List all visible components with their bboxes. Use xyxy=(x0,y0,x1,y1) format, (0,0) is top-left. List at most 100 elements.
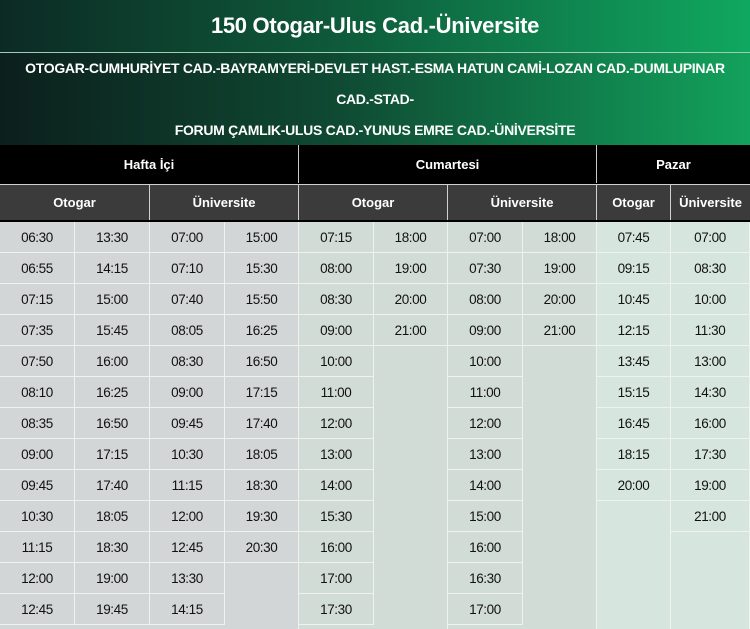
time-cell: 07:35 xyxy=(0,315,75,346)
time-cell: 10:00 xyxy=(671,284,750,315)
time-cell: 16:00 xyxy=(671,408,750,439)
empty-area xyxy=(374,346,448,629)
time-cell: 20:00 xyxy=(523,284,597,315)
column-sunday-otogar: 07:45 09:15 10:45 12:15 13:45 15:15 16:45 18:15… xyxy=(597,222,671,629)
timetable: Hafta İçi Cumartesi Pazar Otogar Ünivers… xyxy=(0,145,750,629)
time-cell: 16:25 xyxy=(225,315,299,346)
time-cell: 09:45 xyxy=(150,408,225,439)
time-cell: 10:00 xyxy=(448,346,523,377)
page-title: 150 Otogar-Ulus Cad.-Üniversite xyxy=(0,0,750,53)
time-cell: 07:30 xyxy=(448,253,523,284)
time-cell: 11:15 xyxy=(150,470,225,501)
time-cell: 09:15 xyxy=(597,253,671,284)
column-saturday-otogar-1: 07:15 08:00 08:30 09:00 10:00 11:00 12:00 13:00… xyxy=(299,222,374,629)
time-cell: 17:30 xyxy=(299,594,374,625)
time-cell: 21:00 xyxy=(374,315,448,346)
time-cell: 13:45 xyxy=(597,346,671,377)
time-cell: 21:00 xyxy=(671,501,750,532)
column-saturday-otogar-2: 18:00 19:00 20:00 21:00 xyxy=(374,222,448,629)
time-cell: 09:00 xyxy=(299,315,374,346)
time-cell: 16:00 xyxy=(75,346,150,377)
time-cell: 17:15 xyxy=(75,439,150,470)
time-cell: 12:15 xyxy=(597,315,671,346)
time-cell: 16:50 xyxy=(75,408,150,439)
time-cell: 16:00 xyxy=(299,532,374,563)
time-cell: 19:30 xyxy=(225,501,299,532)
header-saturday-universite: Üniversite xyxy=(448,184,597,220)
time-cell: 08:05 xyxy=(150,315,225,346)
time-cell: 07:15 xyxy=(0,284,75,315)
time-cell: 10:45 xyxy=(597,284,671,315)
time-cell: 07:00 xyxy=(448,222,523,253)
time-cell: 09:45 xyxy=(0,470,75,501)
empty-area xyxy=(225,563,299,629)
time-cell: 10:30 xyxy=(150,439,225,470)
time-cell: 15:50 xyxy=(225,284,299,315)
header-sunday-otogar: Otogar xyxy=(597,184,671,220)
time-cell: 18:30 xyxy=(75,532,150,563)
time-cell: 12:00 xyxy=(0,563,75,594)
time-cell: 08:30 xyxy=(150,346,225,377)
time-cell: 15:15 xyxy=(597,377,671,408)
time-cell: 16:45 xyxy=(597,408,671,439)
time-cell: 13:30 xyxy=(75,222,150,253)
time-cell: 10:30 xyxy=(0,501,75,532)
time-cell: 17:15 xyxy=(225,377,299,408)
time-cell: 06:55 xyxy=(0,253,75,284)
time-cell: 17:30 xyxy=(671,439,750,470)
time-cell: 08:30 xyxy=(299,284,374,315)
time-cell: 16:50 xyxy=(225,346,299,377)
time-cell: 07:40 xyxy=(150,284,225,315)
time-cell: 19:00 xyxy=(75,563,150,594)
time-cell: 12:00 xyxy=(448,408,523,439)
time-cell: 14:15 xyxy=(75,253,150,284)
time-cell: 15:30 xyxy=(225,253,299,284)
time-cell: 12:45 xyxy=(0,594,75,625)
time-cell: 15:00 xyxy=(75,284,150,315)
time-cell: 08:30 xyxy=(671,253,750,284)
time-cell: 18:15 xyxy=(597,439,671,470)
time-cell: 07:00 xyxy=(671,222,750,253)
time-cell: 13:00 xyxy=(448,439,523,470)
time-cell: 16:00 xyxy=(448,532,523,563)
time-cell: 08:10 xyxy=(0,377,75,408)
header-saturday-otogar: Otogar xyxy=(299,184,448,220)
time-cell: 13:00 xyxy=(299,439,374,470)
time-cell: 18:05 xyxy=(225,439,299,470)
time-cell: 17:40 xyxy=(225,408,299,439)
header-sunday-universite: Üniversite xyxy=(671,184,750,220)
header-weekday-otogar: Otogar xyxy=(0,184,150,220)
time-cell: 16:30 xyxy=(448,563,523,594)
time-cell: 17:00 xyxy=(448,594,523,625)
time-cell: 20:00 xyxy=(597,470,671,501)
time-cell: 20:00 xyxy=(374,284,448,315)
time-cell: 17:00 xyxy=(299,563,374,594)
time-cell: 13:30 xyxy=(150,563,225,594)
time-cell: 18:05 xyxy=(75,501,150,532)
time-cell: 16:25 xyxy=(75,377,150,408)
time-cell: 15:00 xyxy=(225,222,299,253)
time-cell: 11:00 xyxy=(448,377,523,408)
header-weekday: Hafta İçi xyxy=(0,145,299,183)
route-description: OTOGAR-CUMHURİYET CAD.-BAYRAMYERİ-DEVLET… xyxy=(0,53,750,145)
time-cell: 07:10 xyxy=(150,253,225,284)
time-cell: 17:40 xyxy=(75,470,150,501)
column-weekday-universite-2: 15:00 15:30 15:50 16:25 16:50 17:15 17:40 18:05… xyxy=(225,222,299,629)
time-cell: 19:45 xyxy=(75,594,150,625)
time-cell: 19:00 xyxy=(671,470,750,501)
time-cell: 18:30 xyxy=(225,470,299,501)
empty-area xyxy=(523,346,597,629)
header-sunday: Pazar xyxy=(597,145,750,183)
column-saturday-universite-1: 07:00 07:30 08:00 09:00 10:00 11:00 12:00 13:00… xyxy=(448,222,523,629)
time-cell: 19:00 xyxy=(374,253,448,284)
time-cell: 10:00 xyxy=(299,346,374,377)
time-cell: 19:00 xyxy=(523,253,597,284)
empty-area xyxy=(671,532,750,629)
time-cell: 12:45 xyxy=(150,532,225,563)
time-cell: 07:45 xyxy=(597,222,671,253)
time-cell: 06:30 xyxy=(0,222,75,253)
time-cell: 14:15 xyxy=(150,594,225,625)
time-cell: 13:00 xyxy=(671,346,750,377)
column-sunday-universite: 07:00 08:30 10:00 11:30 13:00 14:30 16:00 17:30… xyxy=(671,222,750,629)
time-cell: 08:00 xyxy=(299,253,374,284)
